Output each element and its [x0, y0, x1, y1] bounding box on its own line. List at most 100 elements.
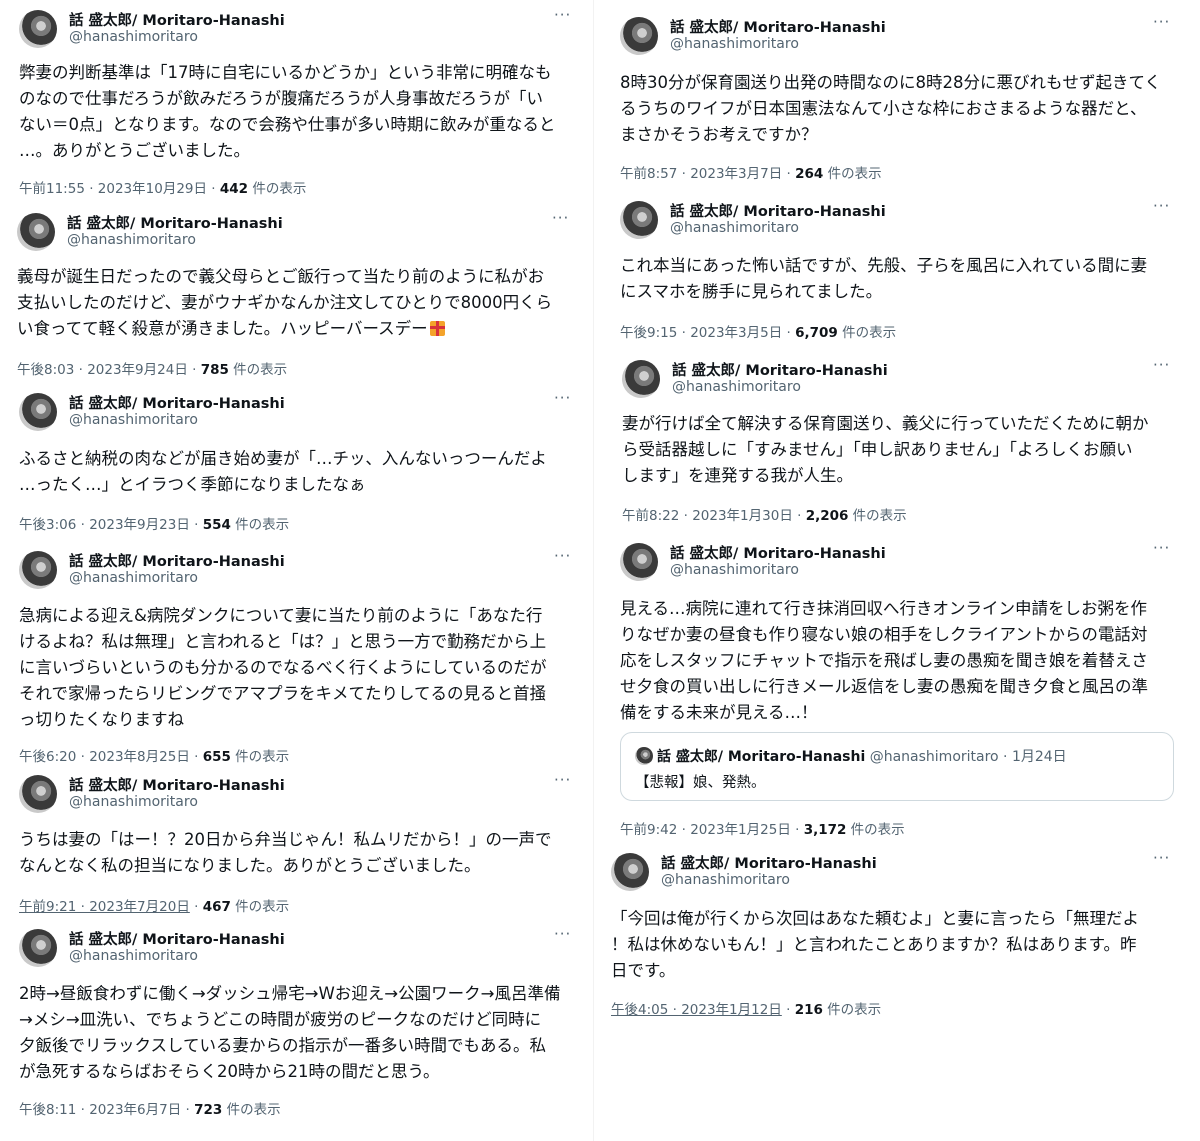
avatar[interactable] — [620, 201, 658, 239]
more-options-icon[interactable]: ··· — [554, 927, 571, 942]
author-name[interactable]: 話 盛太郎/ Moritaro-Hanashi — [672, 359, 888, 380]
tweet-meta[interactable]: 午後4:05 · 2023年1月12日 · 216 件の表示 — [611, 998, 881, 1018]
timestamp[interactable]: 午後3:06 · 2023年9月23日 · — [19, 517, 203, 533]
author-handle[interactable]: @hanashimoritaro — [69, 794, 198, 810]
more-options-icon[interactable]: ··· — [554, 549, 571, 564]
tweet-meta[interactable]: 午前8:22 · 2023年1月30日 · 2,206 件の表示 — [622, 504, 907, 524]
author-handle[interactable]: @hanashimoritaro — [670, 562, 799, 578]
timestamp[interactable]: 午前9:21 · 2023年7月20日 — [19, 899, 190, 915]
tweet-meta[interactable]: 午後8:03 · 2023年9月24日 · 785 件の表示 — [17, 358, 287, 378]
tweet-text: これ本当にあった怖い話ですが、先般、子らを風呂に入れている間に妻 にスマホを勝手… — [620, 256, 1148, 301]
view-count: 2,206 — [805, 508, 849, 524]
view-count: 723 — [194, 1102, 223, 1118]
avatar[interactable] — [19, 393, 57, 431]
view-count: 785 — [200, 362, 229, 378]
views-label: 件の表示 — [848, 508, 907, 524]
tweet-text-body: 義母が誕生日だったので義父母らとご飯行って当たり前のように私がお 支払いしたのだ… — [17, 267, 553, 338]
more-options-icon[interactable]: ··· — [1153, 15, 1170, 30]
tweet-text: 2時→昼飯食わずに働く→ダッシュ帰宅→Wお迎え→公園ワーク→風呂準備 →メシ→皿… — [19, 984, 561, 1081]
more-options-icon[interactable]: ··· — [1153, 358, 1170, 373]
quote-author-name[interactable]: 話 盛太郎/ Moritaro-Hanashi — [657, 749, 865, 765]
more-options-icon[interactable]: ··· — [554, 773, 571, 788]
avatar[interactable] — [17, 213, 55, 251]
author-name[interactable]: 話 盛太郎/ Moritaro-Hanashi — [67, 212, 283, 233]
author-handle[interactable]: @hanashimoritaro — [69, 412, 198, 428]
avatar[interactable] — [19, 10, 57, 48]
timestamp[interactable]: 午後8:03 · 2023年9月24日 · — [17, 362, 201, 378]
author-name[interactable]: 話 盛太郎/ Moritaro-Hanashi — [69, 9, 285, 30]
more-options-icon[interactable]: ··· — [552, 211, 569, 226]
author-name[interactable]: 話 盛太郎/ Moritaro-Hanashi — [661, 852, 877, 873]
tweet-meta[interactable]: 午前9:21 · 2023年7月20日 · 467 件の表示 — [19, 895, 289, 915]
avatar[interactable] — [620, 543, 658, 581]
view-count: 655 — [202, 749, 231, 765]
author-handle[interactable]: @hanashimoritaro — [69, 570, 198, 586]
avatar[interactable] — [620, 17, 658, 55]
author-handle[interactable]: @hanashimoritaro — [670, 36, 799, 52]
tweet-meta[interactable]: 午後9:15 · 2023年3月5日 · 6,709 件の表示 — [620, 321, 896, 341]
views-label: 件の表示 — [230, 749, 290, 765]
quote-header[interactable]: 話 盛太郎/ Moritaro-Hanashi @hanashimoritaro… — [657, 746, 1067, 766]
view-count: 264 — [795, 166, 824, 182]
avatar[interactable] — [19, 929, 57, 967]
author-handle[interactable]: @hanashimoritaro — [670, 220, 799, 236]
author-handle[interactable]: @hanashimoritaro — [672, 379, 801, 395]
author-name[interactable]: 話 盛太郎/ Moritaro-Hanashi — [69, 392, 285, 413]
timestamp[interactable]: 午後8:11 · 2023年6月7日 · — [19, 1102, 194, 1118]
tweet-meta[interactable]: 午前11:55 · 2023年10月29日 · 442 件の表示 — [19, 177, 306, 197]
author-name[interactable]: 話 盛太郎/ Moritaro-Hanashi — [670, 542, 886, 563]
timestamp[interactable]: 午前8:57 · 2023年3月7日 · — [620, 166, 795, 182]
avatar[interactable] — [19, 551, 57, 589]
views-label: 件の表示 — [248, 181, 307, 197]
timestamp[interactable]: 午後6:20 · 2023年8月25日 · — [19, 749, 203, 765]
more-options-icon[interactable]: ··· — [554, 8, 571, 23]
tweet-meta[interactable]: 午後8:11 · 2023年6月7日 · 723 件の表示 — [19, 1098, 281, 1118]
author-name[interactable]: 話 盛太郎/ Moritaro-Hanashi — [69, 928, 285, 949]
more-options-icon[interactable]: ··· — [1153, 199, 1170, 214]
timestamp[interactable]: 午前8:22 · 2023年1月30日 · — [622, 508, 806, 524]
author-handle[interactable]: @hanashimoritaro — [69, 948, 198, 964]
views-label: 件の表示 — [222, 1102, 281, 1118]
avatar[interactable] — [622, 360, 660, 398]
views-label: 件の表示 — [230, 517, 290, 533]
author-handle[interactable]: @hanashimoritaro — [69, 29, 198, 45]
view-count: 6,709 — [795, 325, 838, 341]
views-label: 件の表示 — [823, 166, 882, 182]
quote-meta[interactable]: @hanashimoritaro · 1月24日 — [865, 749, 1067, 765]
author-name[interactable]: 話 盛太郎/ Moritaro-Hanashi — [670, 16, 886, 37]
views-label: 件の表示 — [837, 325, 897, 341]
author-handle[interactable]: @hanashimoritaro — [67, 232, 196, 248]
quote-avatar[interactable] — [635, 747, 653, 765]
views-label: 件の表示 — [822, 1002, 882, 1018]
tweet-meta[interactable]: 午後3:06 · 2023年9月23日 · 554 件の表示 — [19, 513, 289, 533]
tweet-meta[interactable]: 午後6:20 · 2023年8月25日 · 655 件の表示 — [19, 745, 289, 765]
avatar[interactable] — [19, 775, 57, 813]
tweet-text: 「今回は俺が行くから次回はあなた頼むよ」と妻に言ったら「無理だよ ！私は休めない… — [611, 909, 1139, 980]
tweet-text: 急病による迎え&病院ダンクについて妻に当たり前のように「あなた行 けるよね？私は… — [19, 606, 547, 729]
more-options-icon[interactable]: ··· — [1153, 851, 1170, 866]
author-handle[interactable]: @hanashimoritaro — [661, 872, 790, 888]
views-label: 件の表示 — [228, 362, 288, 378]
views-label: 件の表示 — [846, 822, 905, 838]
view-count: 216 — [794, 1002, 823, 1018]
tweet-text: 義母が誕生日だったので義父母らとご飯行って当たり前のように私がお 支払いしたのだ… — [17, 264, 552, 342]
tweet-text: うちは妻の「はー！？20日から弁当じゃん！私ムリだから！」の一声で なんとなく私… — [19, 830, 552, 875]
avatar[interactable] — [611, 853, 649, 891]
quote-text: 【悲報】娘、発熱。 — [635, 775, 766, 791]
author-name[interactable]: 話 盛太郎/ Moritaro-Hanashi — [69, 774, 285, 795]
tweet-text: 見える…病院に連れて行き抹消回収へ行きオンライン申請をしお粥を作 りなぜか妻の昼… — [620, 599, 1148, 722]
quote-tweet[interactable]: 話 盛太郎/ Moritaro-Hanashi @hanashimoritaro… — [620, 732, 1174, 801]
author-name[interactable]: 話 盛太郎/ Moritaro-Hanashi — [670, 200, 886, 221]
tweet-text: ふるさと納税の肉などが届き始め妻が「…チッ、入んないっつーんだよ …ったく…」と… — [19, 449, 547, 494]
tweet-meta[interactable]: 午前8:57 · 2023年3月7日 · 264 件の表示 — [620, 162, 882, 182]
timestamp[interactable]: 午前9:42 · 2023年1月25日 · — [620, 822, 804, 838]
timestamp[interactable]: 午後9:15 · 2023年3月5日 · — [620, 325, 795, 341]
author-name[interactable]: 話 盛太郎/ Moritaro-Hanashi — [69, 550, 285, 571]
more-options-icon[interactable]: ··· — [1153, 541, 1170, 556]
timestamp[interactable]: 午前11:55 · 2023年10月29日 · — [19, 181, 220, 197]
tweet-text: 弊妻の判断基準は「17時に自宅にいるかどうか」という非常に明確なも のなので仕事… — [19, 63, 556, 160]
timestamp[interactable]: 午後4:05 · 2023年1月12日 — [611, 1002, 782, 1018]
views-label: 件の表示 — [230, 899, 290, 915]
more-options-icon[interactable]: ··· — [554, 391, 571, 406]
tweet-meta[interactable]: 午前9:42 · 2023年1月25日 · 3,172 件の表示 — [620, 818, 905, 838]
